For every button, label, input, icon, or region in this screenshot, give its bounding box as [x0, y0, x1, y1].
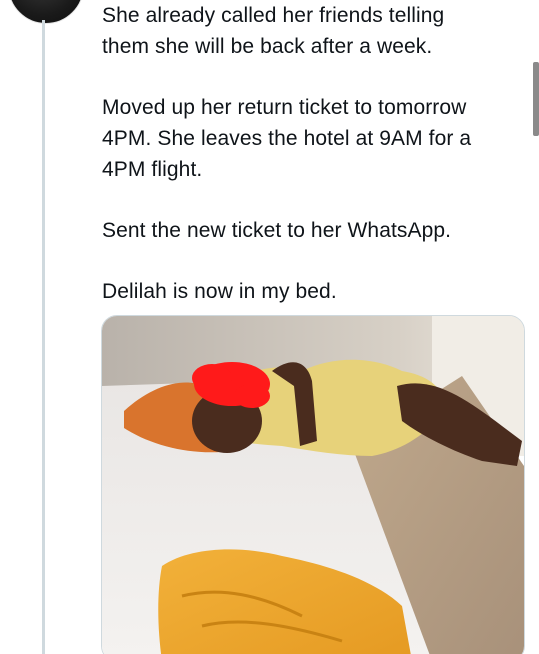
thread-connector-line: [42, 20, 45, 654]
scrollbar-thumb[interactable]: [533, 62, 539, 136]
tweet-paragraph-3: Sent the new ticket to her WhatsApp.: [102, 219, 452, 242]
tweet-paragraph-1: She already called her friends telling t…: [102, 4, 445, 58]
tweet-media-image[interactable]: [101, 315, 525, 654]
tweet-text: She already called her friends telling t…: [102, 0, 522, 307]
bed-photo-illustration: [102, 316, 524, 654]
tweet-paragraph-4: Delilah is now in my bed.: [102, 280, 337, 303]
author-avatar[interactable]: [8, 0, 84, 24]
tweet-paragraph-2: Moved up her return ticket to tomorrow 4…: [102, 96, 472, 181]
